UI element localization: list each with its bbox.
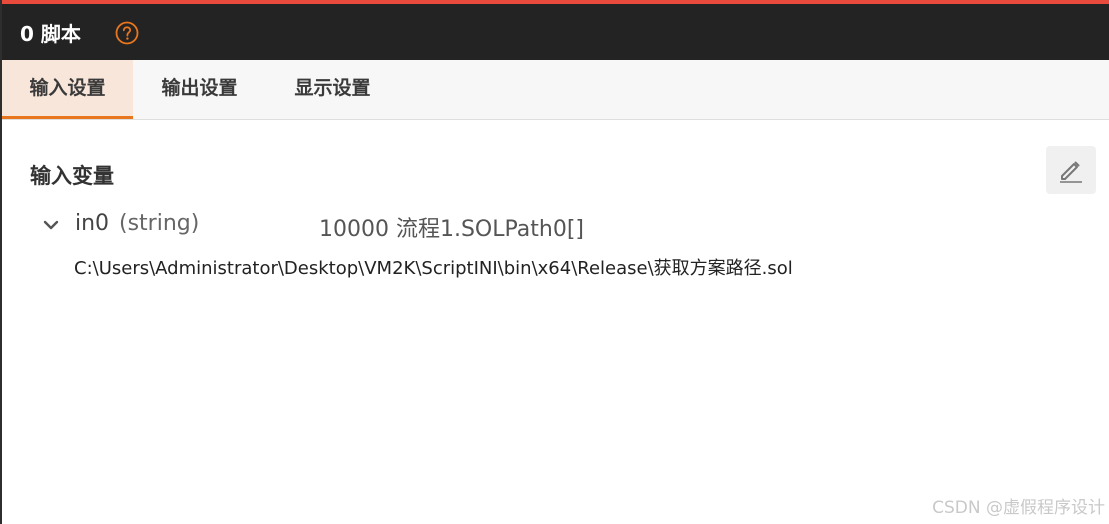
watermark: CSDN @虚假程序设计: [932, 498, 1105, 518]
chevron-down-icon[interactable]: [42, 216, 60, 234]
question-circle-icon[interactable]: [115, 21, 139, 45]
title-bar: 0 脚本: [2, 0, 1109, 60]
variable-value: C:\Users\Administrator\Desktop\VM2K\Scri…: [74, 258, 793, 279]
edit-button[interactable]: [1046, 146, 1096, 194]
script-panel: 0 脚本 输入设置 输出设置 显示设置 输入变量 in0 (string) 10…: [0, 0, 1109, 524]
tab-input-settings[interactable]: 输入设置: [2, 60, 133, 119]
section-title-input-variables: 输入变量: [30, 164, 114, 188]
pencil-icon: [1060, 161, 1082, 183]
variable-name: in0: [75, 211, 110, 236]
variable-source: 10000 流程1.SOLPath0[]: [319, 217, 584, 242]
tab-output-settings[interactable]: 输出设置: [133, 60, 266, 119]
panel-title: 0 脚本: [20, 22, 81, 46]
tab-bar: 输入设置 输出设置 显示设置: [2, 60, 1109, 120]
tab-display-settings[interactable]: 显示设置: [266, 60, 399, 119]
variable-type: (string): [119, 211, 200, 236]
variable-row[interactable]: in0 (string) 10000 流程1.SOLPath0[]: [42, 208, 1042, 242]
